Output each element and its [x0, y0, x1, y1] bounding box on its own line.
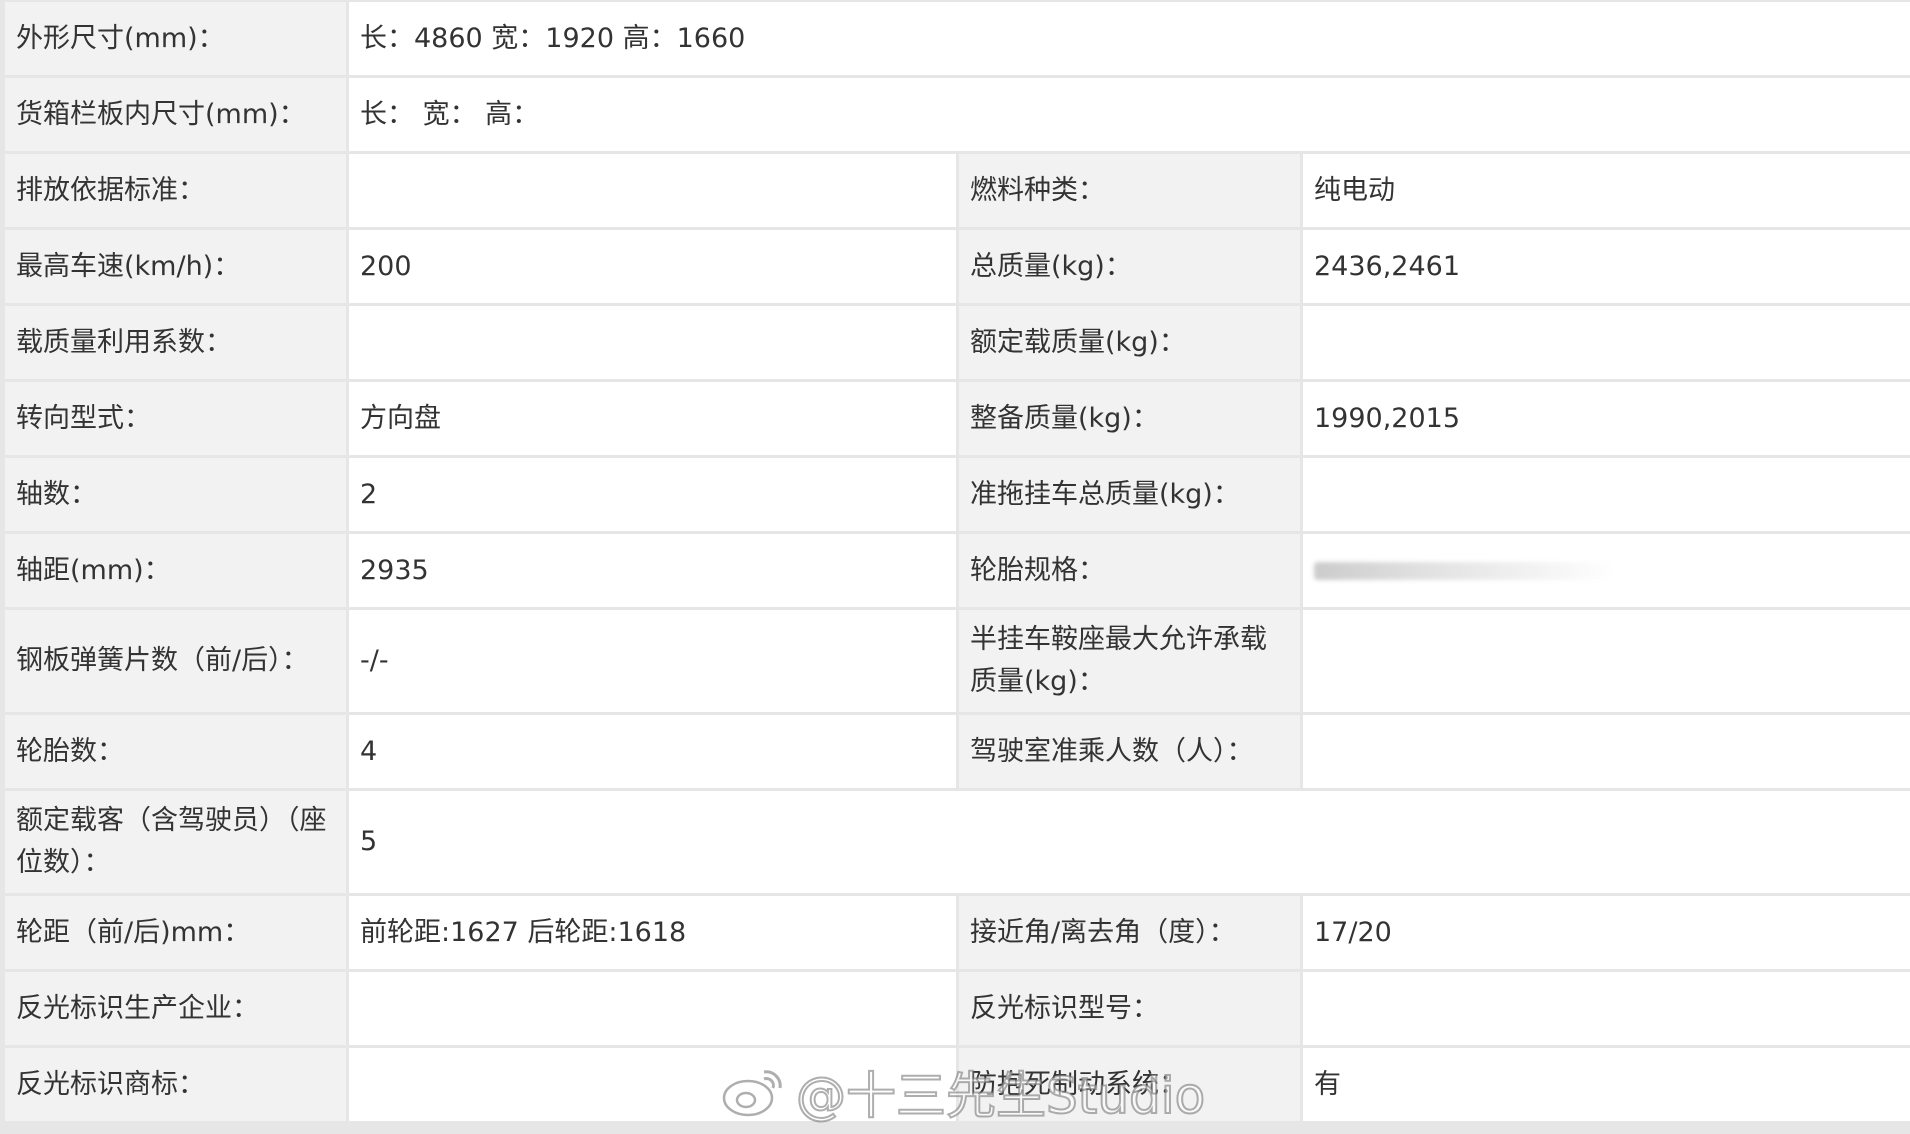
label-cell: 驾驶室准乘人数（人）： — [959, 715, 1300, 788]
label-cell: 总质量(kg)： — [959, 230, 1300, 303]
value-cell — [349, 972, 956, 1045]
spec-table: 外形尺寸(mm)： 长：4860 宽：1920 高：1660 货箱栏板内尺寸(m… — [0, 0, 1910, 1134]
label-cell: 防抱死制动系统： — [959, 1048, 1300, 1121]
label-cell: 额定载质量(kg)： — [959, 306, 1300, 379]
table-row: 轮距（前/后)mm： 前轮距:1627 后轮距:1618 接近角/离去角（度）：… — [5, 896, 1910, 969]
label-cell: 反光标识生产企业： — [5, 972, 346, 1045]
label-cell: 反光标识商标： — [5, 1048, 346, 1121]
table-row: 反光标识商标： 防抱死制动系统： 有 — [5, 1048, 1910, 1121]
label-cell: 货箱栏板内尺寸(mm)： — [5, 78, 346, 151]
value-cell: 长：4860 宽：1920 高：1660 — [349, 2, 1910, 75]
table-row: 钢板弹簧片数（前/后）： -/- 半挂车鞍座最大允许承载质量(kg)： — [5, 610, 1910, 712]
label-cell: 轮距（前/后)mm： — [5, 896, 346, 969]
value-cell — [1303, 458, 1910, 531]
label-cell: 轮胎规格： — [959, 534, 1300, 607]
value-cell: 5 — [349, 791, 1910, 893]
label-cell: 排放依据标准： — [5, 154, 346, 227]
label-cell: 轴数： — [5, 458, 346, 531]
value-cell — [349, 1048, 956, 1121]
value-cell: 方向盘 — [349, 382, 956, 455]
label-cell: 钢板弹簧片数（前/后）： — [5, 610, 346, 712]
value-cell: 有 — [1303, 1048, 1910, 1121]
value-cell: 2436,2461 — [1303, 230, 1910, 303]
label-cell: 准拖挂车总质量(kg)： — [959, 458, 1300, 531]
value-cell: 2 — [349, 458, 956, 531]
tire-spec-blurred — [1303, 534, 1910, 607]
label-cell: 轴距(mm)： — [5, 534, 346, 607]
label-cell: 最高车速(km/h)： — [5, 230, 346, 303]
value-cell — [1303, 715, 1910, 788]
label-cell: 载质量利用系数： — [5, 306, 346, 379]
value-cell: 前轮距:1627 后轮距:1618 — [349, 896, 956, 969]
blurred-text — [1314, 561, 1614, 580]
table-row: 轴距(mm)： 2935 轮胎规格： — [5, 534, 1910, 607]
label-cell: 转向型式： — [5, 382, 346, 455]
value-cell — [1303, 610, 1910, 712]
table-row: 轴数： 2 准拖挂车总质量(kg)： — [5, 458, 1910, 531]
table-row: 额定载客（含驾驶员）（座位数）： 5 — [5, 791, 1910, 893]
value-cell — [349, 154, 956, 227]
value-cell — [1303, 306, 1910, 379]
table-row: 转向型式： 方向盘 整备质量(kg)： 1990,2015 — [5, 382, 1910, 455]
table-row: 反光标识生产企业： 反光标识型号： — [5, 972, 1910, 1045]
value-cell: 2935 — [349, 534, 956, 607]
value-cell: -/- — [349, 610, 956, 712]
value-cell: 纯电动 — [1303, 154, 1910, 227]
value-cell — [349, 306, 956, 379]
label-cell: 额定载客（含驾驶员）（座位数）： — [5, 791, 346, 893]
label-cell: 燃料种类： — [959, 154, 1300, 227]
value-cell: 200 — [349, 230, 956, 303]
value-cell: 17/20 — [1303, 896, 1910, 969]
table-row: 轮胎数： 4 驾驶室准乘人数（人）： — [5, 715, 1910, 788]
value-cell: 长： 宽： 高： — [349, 78, 1910, 151]
value-cell: 1990,2015 — [1303, 382, 1910, 455]
label-cell: 整备质量(kg)： — [959, 382, 1300, 455]
table-row: 排放依据标准： 燃料种类： 纯电动 — [5, 154, 1910, 227]
value-cell: 4 — [349, 715, 956, 788]
table-row: 货箱栏板内尺寸(mm)： 长： 宽： 高： — [5, 78, 1910, 151]
label-cell: 半挂车鞍座最大允许承载质量(kg)： — [959, 610, 1300, 712]
table-row: 外形尺寸(mm)： 长：4860 宽：1920 高：1660 — [5, 2, 1910, 75]
table-row: 最高车速(km/h)： 200 总质量(kg)： 2436,2461 — [5, 230, 1910, 303]
label-cell: 反光标识型号： — [959, 972, 1300, 1045]
label-cell: 轮胎数： — [5, 715, 346, 788]
table-row: 载质量利用系数： 额定载质量(kg)： — [5, 306, 1910, 379]
label-cell: 接近角/离去角（度）： — [959, 896, 1300, 969]
label-cell: 外形尺寸(mm)： — [5, 2, 346, 75]
value-cell — [1303, 972, 1910, 1045]
